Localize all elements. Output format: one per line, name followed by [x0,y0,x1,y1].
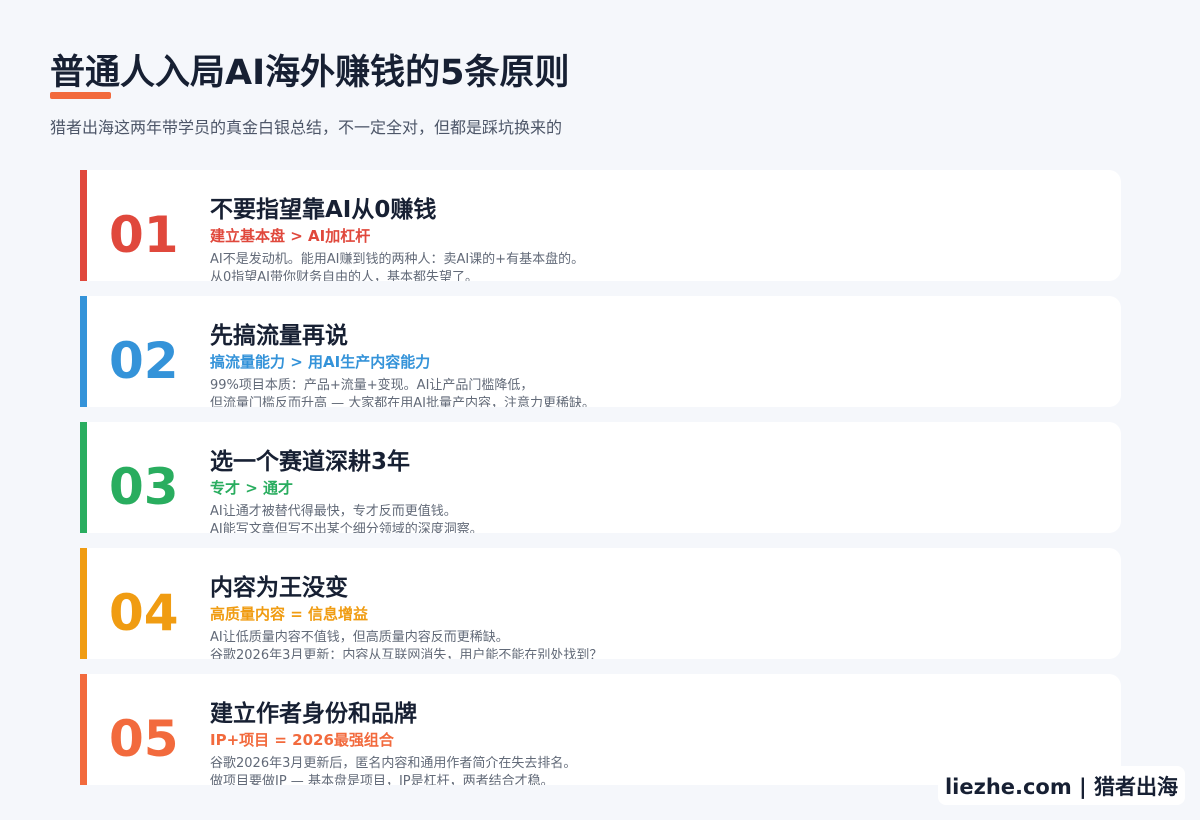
description-line: 但流量门槛反而升高 — 大家都在用AI批量产内容，注意力更稀缺。 [210,396,595,407]
page-title: 普通人入局AI海外赚钱的5条原则 [50,53,570,93]
principle-number: 05 [109,710,179,768]
description-line: AI能写文章但写不出某个细分领域的深度洞察。 [210,522,483,533]
principle-number: 03 [109,458,179,516]
principle-tagline: 高质量内容 = 信息增益 [210,605,369,623]
principle-title: 选一个赛道深耕3年 [210,449,411,475]
principle-title: 内容为王没变 [210,575,348,601]
principle-description: 谷歌2026年3月更新后，匿名内容和通用作者简介在失去排名。 做项目要做IP —… [210,755,576,785]
principle-description: AI让通才被替代得最快，专才反而更值钱。 AI能写文章但写不出某个细分领域的深度… [210,503,483,533]
page-subtitle: 猎者出海这两年带学员的真金白银总结，不一定全对，但都是踩坑换来的 [50,118,563,137]
description-line: AI让通才被替代得最快，专才反而更值钱。 [210,504,457,519]
site-watermark: liezhe.com | 猎者出海 [938,766,1185,805]
description-line: 从0指望AI带你财务自由的人，基本都失望了。 [210,270,478,281]
card-accent-bar [80,296,87,407]
card-accent-bar [80,674,87,785]
card-accent-bar [80,422,87,533]
principle-tagline: 搞流量能力 > 用AI生产内容能力 [210,353,431,371]
principle-number: 02 [109,332,179,390]
principle-number: 04 [109,584,179,642]
principle-title: 建立作者身份和品牌 [210,701,417,727]
principle-description: AI让低质量内容不值钱，但高质量内容反而更稀缺。 谷歌2026年3月更新：内容从… [210,629,602,659]
principle-title: 先搞流量再说 [210,323,348,349]
card-accent-bar [80,170,87,281]
principle-tagline: 建立基本盘 > AI加杠杆 [210,227,371,245]
description-line: 谷歌2026年3月更新：内容从互联网消失，用户能不能在别处找到？ [210,648,603,659]
card-accent-bar [80,548,87,659]
description-line: 谷歌2026年3月更新后，匿名内容和通用作者简介在失去排名。 [210,756,577,771]
description-line: 做项目要做IP — 基本盘是项目，IP是杠杆，两者结合才稳。 [210,774,554,785]
principle-description: AI不是发动机。能用AI赚到钱的两种人：卖AI课的+有基本盘的。 从0指望AI带… [210,251,584,281]
principle-title: 不要指望靠AI从0赚钱 [210,197,437,223]
principle-card-3: 03 选一个赛道深耕3年 专才 > 通才 AI让通才被替代得最快，专才反而更值钱… [80,422,1121,533]
title-underline [50,92,111,99]
principle-tagline: IP+项目 = 2026最强组合 [210,731,394,749]
principle-card-1: 01 不要指望靠AI从0赚钱 建立基本盘 > AI加杠杆 AI不是发动机。能用A… [80,170,1121,281]
principle-number: 01 [109,206,179,264]
description-line: 99%项目本质：产品+流量+变现。AI让产品门槛降低， [210,378,534,393]
principle-card-2: 02 先搞流量再说 搞流量能力 > 用AI生产内容能力 99%项目本质：产品+流… [80,296,1121,407]
principle-description: 99%项目本质：产品+流量+变现。AI让产品门槛降低， 但流量门槛反而升高 — … [210,377,595,407]
principle-tagline: 专才 > 通才 [210,479,294,497]
description-line: AI让低质量内容不值钱，但高质量内容反而更稀缺。 [210,630,509,645]
description-line: AI不是发动机。能用AI赚到钱的两种人：卖AI课的+有基本盘的。 [210,252,585,267]
principle-card-4: 04 内容为王没变 高质量内容 = 信息增益 AI让低质量内容不值钱，但高质量内… [80,548,1121,659]
